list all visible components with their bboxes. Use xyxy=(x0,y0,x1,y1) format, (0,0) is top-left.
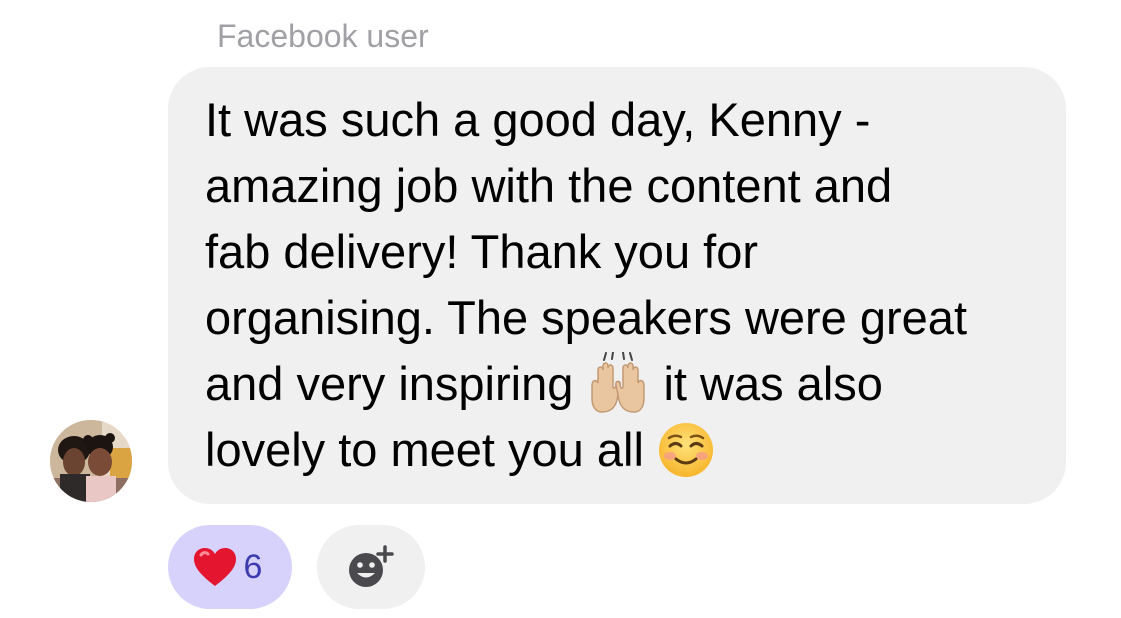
add-reaction-button[interactable] xyxy=(317,525,425,609)
add-reaction-icon xyxy=(349,545,394,587)
raising-hands-icon xyxy=(586,351,650,416)
sender-name: Facebook user xyxy=(217,18,429,54)
message-text: It was such a good day, Kenny - amazing … xyxy=(205,87,967,483)
message-line: fab delivery! Thank you for xyxy=(205,225,758,278)
smiling-face-icon xyxy=(657,421,715,479)
heart-reaction-button[interactable]: 6 xyxy=(168,525,292,609)
reaction-count: 6 xyxy=(243,548,263,586)
avatar[interactable] xyxy=(50,420,132,502)
message-line: organising. The speakers were great xyxy=(205,291,968,344)
message-line: It was such a good day, Kenny - xyxy=(205,93,871,146)
message-line: and very inspiring it was also xyxy=(205,351,967,417)
message-bubble[interactable]: It was such a good day, Kenny - amazing … xyxy=(168,67,1066,504)
message-line-segment: lovely to meet you all xyxy=(205,423,657,476)
message-line-segment: it was also xyxy=(650,357,883,410)
message-line: lovely to meet you all xyxy=(205,417,967,483)
message-line: amazing job with the content and xyxy=(205,159,893,212)
red-heart-icon xyxy=(192,546,238,588)
avatar-image xyxy=(50,420,132,502)
message-line-segment: and very inspiring xyxy=(205,357,587,410)
